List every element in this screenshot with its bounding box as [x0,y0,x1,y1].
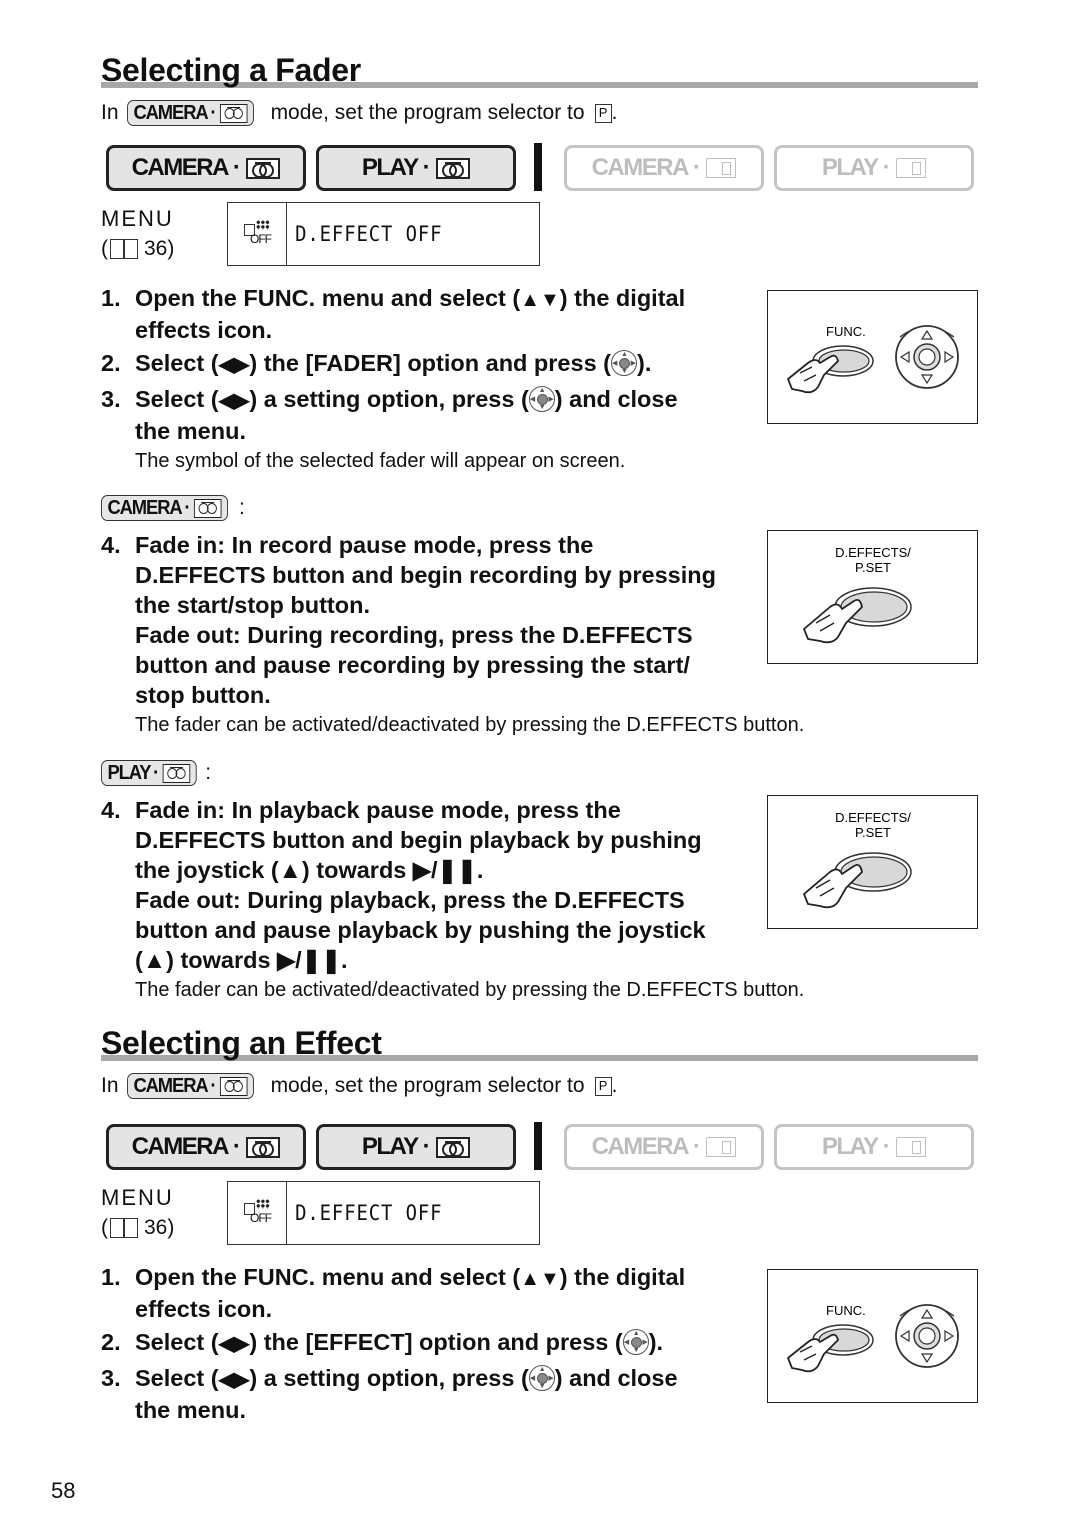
svg-text:P.SET: P.SET [855,825,891,840]
memory-card-icon [706,1137,737,1157]
camera-tape-mode-badge: CAMERA · [126,100,254,126]
program-selector-icon: P [594,1076,612,1096]
deffects-button-illustration: D.EFFECTS/ P.SET [767,530,978,664]
mode-play-card: PLAY · [774,1124,974,1170]
tape-icon [219,1076,248,1096]
mode-camera-card: CAMERA · [564,1124,764,1170]
camera-tape-mode-badge: CAMERA · [126,1073,254,1099]
menu-page-ref: (36) [101,1216,175,1239]
joystick-press-icon: ▲ ▼ ◀ ▶ [611,350,637,376]
tape-icon [162,763,191,783]
mode-camera-tape: CAMERA · [106,145,306,191]
digital-effects-icon: OFF [242,220,272,248]
mode-separator [534,143,542,191]
joystick-press-icon: ▲ ▼ ◀ ▶ [528,386,555,412]
svg-text:P.SET: P.SET [855,560,891,575]
menu-page-ref: (36) [101,237,175,260]
mode-play-card: PLAY · [774,145,974,191]
joystick-press-icon: ▲ ▼ ◀ ▶ [622,1329,649,1355]
step-4-camera: 4. Fade in: In record pause mode, press … [101,532,716,708]
step-2: 2. Select (◀▶) the [FADER] option and pr… [101,350,652,376]
func-button-illustration: FUNC. [767,290,978,424]
section-title-fader: Selecting a Fader [101,52,978,88]
play-tape-mode-badge: PLAY · [101,760,197,786]
book-icon [110,1218,138,1238]
menu-value: D.EFFECT OFF [295,222,443,246]
menu-label: MENU [101,206,174,231]
mode-play-tape: PLAY · [316,145,516,191]
left-right-arrows-icon: ◀▶ [218,1369,250,1391]
step-1-effect: 1. Open the FUNC. menu and select (▲▼) t… [101,1264,686,1322]
left-right-arrows-icon: ◀▶ [218,390,250,412]
step-1: 1. Open the FUNC. menu and select (▲▼) t… [101,285,686,343]
memory-card-icon [896,1137,927,1157]
up-down-arrows-icon: ▲▼ [520,1268,560,1290]
deffects-button-illustration: D.EFFECTS/ P.SET [767,795,978,929]
func-label: FUNC. [826,1303,866,1318]
memory-card-icon [896,158,927,178]
mode-camera-card: CAMERA · [564,145,764,191]
menu-setting-box: OFF D.EFFECT OFF [227,1181,540,1245]
mode-row-fader: CAMERA · PLAY · CAMERA · PLAY · [106,143,974,191]
intro-fader: In CAMERA · mode, set the program selecto… [101,100,618,126]
func-button-illustration: FUNC. [767,1269,978,1403]
note-fader-symbol: The symbol of the selected fader will ap… [135,450,626,472]
mode-row-effect: CAMERA · PLAY · CAMERA · PLAY · [106,1122,974,1170]
menu-label: MENU [101,1185,174,1210]
mode-separator [534,1122,542,1170]
left-right-arrows-icon: ◀▶ [218,1333,250,1355]
program-selector-icon: P [594,103,612,123]
book-icon [110,239,138,259]
step-3-effect: 3. Select (◀▶) a setting option, press (… [101,1365,678,1423]
menu-setting-box: OFF D.EFFECT OFF [227,202,540,266]
note-fader-toggle: The fader can be activated/deactivated b… [135,714,805,736]
joystick-press-icon: ▲ ▼ ◀ ▶ [528,1365,555,1391]
tape-icon [219,103,248,123]
up-down-arrows-icon: ▲▼ [520,289,560,311]
camera-tape-mode-badge: CAMERA · [101,495,229,521]
step-3: 3. Select (◀▶) a setting option, press (… [101,386,678,444]
page-number: 58 [51,1478,76,1503]
digital-effects-icon: OFF [242,1199,272,1227]
mode-camera-tape: CAMERA · [106,1124,306,1170]
func-label: FUNC. [826,324,866,339]
section-title-effect: Selecting an Effect [101,1025,978,1061]
step-2-effect: 2. Select (◀▶) the [EFFECT] option and p… [101,1329,664,1355]
tape-icon [436,1136,471,1158]
left-right-arrows-icon: ◀▶ [218,354,250,376]
svg-text:D.EFFECTS/: D.EFFECTS/ [835,545,911,560]
svg-text:D.EFFECTS/: D.EFFECTS/ [835,810,911,825]
tape-icon [246,1136,281,1158]
tape-icon [246,157,281,179]
camera-block-header: CAMERA · : [101,495,245,521]
tape-icon [193,498,222,518]
intro-effect: In CAMERA · mode, set the program selecto… [101,1073,618,1099]
memory-card-icon [706,158,737,178]
play-block-header: PLAY · : [101,760,211,786]
note-fader-toggle-play: The fader can be activated/deactivated b… [135,979,805,1001]
mode-play-tape: PLAY · [316,1124,516,1170]
tape-icon [436,157,471,179]
step-4-play: 4. Fade in: In playback pause mode, pres… [101,797,706,973]
menu-value: D.EFFECT OFF [295,1201,443,1225]
